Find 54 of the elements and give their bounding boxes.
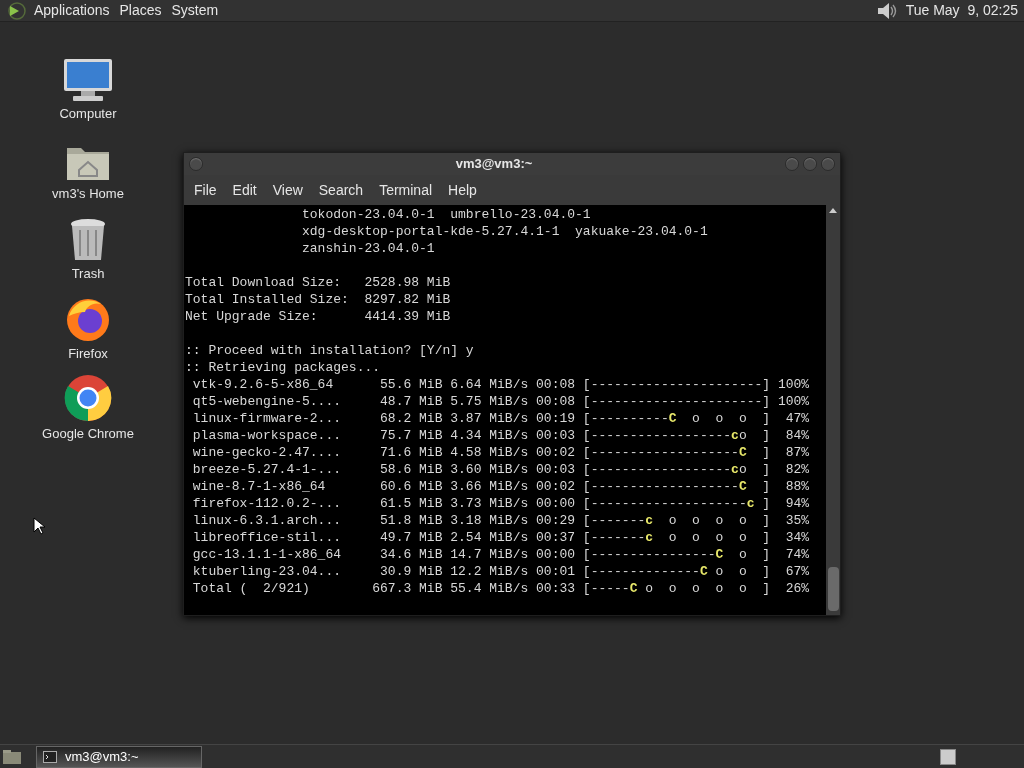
desktop-icon-label[interactable]: Trash bbox=[71, 263, 105, 283]
download-progress-line: plasma-workspace... 75.7 MiB 4.34 MiB/s 00:03 [------------------co ] 84% bbox=[191, 427, 811, 444]
download-progress-line: breeze-5.27.4-1-... 58.6 MiB 3.60 MiB/s 00:03 [------------------co ] 82% bbox=[191, 461, 811, 478]
download-progress-line: firefox-112.0.2-... 61.5 MiB 3.73 MiB/s 00:00 [--------------------c ] 94% bbox=[191, 495, 811, 512]
download-progress-line: linux-firmware-2... 68.2 MiB 3.87 MiB/s 00:19 [----------C o o o ] 47% bbox=[191, 410, 811, 427]
terminal-line: zanshin-23.04.0-1 bbox=[301, 240, 436, 257]
download-progress-line: ktuberling-23.04... 30.9 MiB 12.2 MiB/s 00:01 [--------------C o o ] 67% bbox=[191, 563, 811, 580]
show-desktop-icon[interactable] bbox=[2, 748, 22, 765]
scrollbar[interactable] bbox=[826, 205, 840, 615]
trash-icon bbox=[69, 217, 107, 262]
minimize-button[interactable] bbox=[785, 157, 799, 171]
mouse-pointer-icon bbox=[33, 517, 45, 535]
terminal-line: :: Retrieving packages... bbox=[185, 359, 382, 376]
download-progress-line: libreoffice-stil... 49.7 MiB 2.54 MiB/s 00:37 [-------c o o o o ] 34% bbox=[191, 529, 811, 546]
workspace-switcher[interactable] bbox=[940, 748, 956, 765]
menu-item[interactable]: Search bbox=[310, 179, 372, 201]
taskbar-window-button[interactable]: vm3@vm3:~ bbox=[36, 745, 202, 768]
desktop-icon-label[interactable]: vm3's Home bbox=[52, 183, 124, 203]
panel-menu[interactable]: Places bbox=[119, 0, 162, 21]
menu-item[interactable]: File bbox=[186, 179, 225, 201]
terminal-line: Total Installed Size: 8297.82 MiB bbox=[185, 291, 452, 308]
distro-logo-icon[interactable] bbox=[6, 1, 26, 20]
desktop-icon-label[interactable]: Firefox bbox=[68, 343, 108, 363]
terminal-line: Net Upgrade Size: 4414.39 MiB bbox=[185, 308, 452, 325]
terminal-icon bbox=[43, 750, 57, 763]
window-title: vm3@vm3:~ bbox=[455, 155, 533, 174]
desktop-icon-label[interactable]: Computer bbox=[59, 103, 117, 123]
download-progress-line: linux-6.3.1.arch... 51.8 MiB 3.18 MiB/s 00:29 [-------c o o o o ] 35% bbox=[191, 512, 811, 529]
terminal-line: xdg-desktop-portal-kde-5.27.4.1-1 yakuake-23.04.0-1 bbox=[301, 223, 709, 240]
terminal-line: Total Download Size: 2528.98 MiB bbox=[185, 274, 452, 291]
download-progress-line: qt5-webengine-5.... 48.7 MiB 5.75 MiB/s 00:08 [----------------------] 100% bbox=[191, 393, 811, 410]
menu-item[interactable]: Terminal bbox=[371, 179, 441, 201]
terminal-line: :: Proceed with installation? [Y/n] y bbox=[185, 342, 475, 359]
download-progress-line: wine-8.7-1-x86_64 60.6 MiB 3.66 MiB/s 00:02 [-------------------C ] 88% bbox=[191, 478, 811, 495]
computer-icon bbox=[63, 57, 113, 102]
scroll-up-icon[interactable] bbox=[829, 208, 837, 213]
window-menu-button[interactable] bbox=[189, 157, 203, 171]
close-button[interactable] bbox=[821, 157, 835, 171]
download-progress-line: gcc-13.1.1-1-x86_64 34.6 MiB 14.7 MiB/s 00:00 [----------------C o ] 74% bbox=[191, 546, 811, 563]
maximize-button[interactable] bbox=[803, 157, 817, 171]
download-progress-line: wine-gecko-2.47.... 71.6 MiB 4.58 MiB/s 00:02 [-------------------C ] 87% bbox=[191, 444, 811, 461]
menu-item[interactable]: View bbox=[264, 179, 311, 201]
desktop-icon-label[interactable]: Google Chrome bbox=[42, 423, 134, 443]
menu-item[interactable]: Help bbox=[440, 179, 485, 201]
menu-item[interactable]: Edit bbox=[224, 179, 265, 201]
chrome-ball-icon bbox=[64, 373, 112, 422]
download-progress-line: vtk-9.2.6-5-x86_64 55.6 MiB 6.64 MiB/s 00:08 [----------------------] 100% bbox=[191, 376, 811, 393]
speaker-icon[interactable] bbox=[875, 1, 898, 20]
panel-menu[interactable]: System bbox=[171, 0, 219, 21]
scrollbar-thumb[interactable] bbox=[827, 567, 839, 611]
download-progress-line: Total ( 2/921) 667.3 MiB 55.4 MiB/s 00:33 [-----C o o o o o ] 26% bbox=[191, 580, 811, 597]
terminal-line: tokodon-23.04.0-1 umbrello-23.04.0-1 bbox=[301, 206, 592, 223]
panel-menu[interactable]: Applications bbox=[34, 0, 110, 21]
panel-clock[interactable]: Tue May 9, 02:25 bbox=[905, 0, 1018, 21]
